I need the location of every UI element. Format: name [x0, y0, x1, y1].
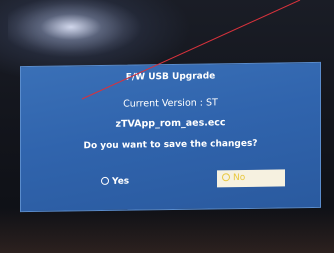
screen-bottom-edge — [0, 208, 334, 253]
firmware-filename: zTVApp_rom_aes.ecc — [115, 117, 226, 130]
fw-usb-upgrade-dialog: F/W USB Upgrade Current Version : ST zTV… — [20, 61, 321, 213]
radio-unselected-icon — [101, 176, 109, 185]
no-option-label: No — [233, 172, 246, 184]
yes-option[interactable]: Yes — [101, 177, 129, 187]
save-changes-question: Do you want to save the changes? — [83, 138, 258, 152]
screen-glare — [8, 0, 148, 60]
dialog-title: F/W USB Upgrade — [125, 71, 216, 83]
current-version-label: Current Version : ST — [123, 97, 218, 110]
no-option[interactable]: No — [217, 169, 285, 188]
tv-screen-photo: F/W USB Upgrade Current Version : ST zTV… — [0, 0, 334, 253]
yes-option-label: Yes — [112, 176, 130, 187]
radio-selected-icon — [222, 173, 230, 182]
